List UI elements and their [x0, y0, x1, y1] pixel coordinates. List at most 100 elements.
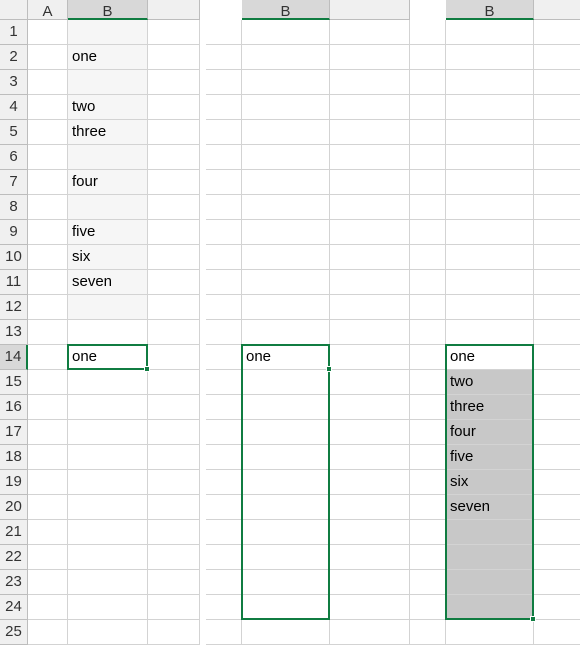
cell[interactable] [446, 420, 534, 445]
cell[interactable] [330, 270, 410, 295]
cell[interactable] [28, 20, 68, 45]
cell[interactable] [68, 245, 148, 270]
cell[interactable] [242, 95, 330, 120]
cell[interactable] [242, 570, 330, 595]
cell[interactable] [148, 470, 200, 495]
fill-handle[interactable] [326, 366, 332, 372]
cell[interactable] [446, 195, 534, 220]
row-header[interactable]: 11 [0, 270, 28, 295]
cell[interactable] [330, 295, 410, 320]
cell[interactable] [330, 345, 410, 370]
cell[interactable] [242, 295, 330, 320]
row-header[interactable]: 25 [0, 620, 28, 645]
cell[interactable] [28, 195, 68, 220]
cell[interactable] [446, 220, 534, 245]
cell[interactable] [68, 45, 148, 70]
cell[interactable] [446, 45, 534, 70]
cell[interactable] [68, 570, 148, 595]
cell[interactable] [68, 620, 148, 645]
cell[interactable] [534, 95, 580, 120]
cell[interactable] [28, 520, 68, 545]
select-all-corner[interactable] [0, 0, 28, 20]
cell[interactable] [534, 470, 580, 495]
cell[interactable] [28, 45, 68, 70]
cell[interactable] [28, 295, 68, 320]
cell[interactable] [148, 220, 200, 245]
cell[interactable] [242, 495, 330, 520]
cell[interactable] [28, 395, 68, 420]
cell[interactable] [28, 620, 68, 645]
cell[interactable] [68, 195, 148, 220]
cell[interactable] [242, 345, 330, 370]
cell[interactable] [68, 520, 148, 545]
cell[interactable] [242, 520, 330, 545]
cell[interactable] [446, 295, 534, 320]
cell[interactable] [28, 220, 68, 245]
cell[interactable] [330, 170, 410, 195]
cell[interactable] [242, 370, 330, 395]
fill-handle[interactable] [144, 366, 150, 372]
cell[interactable] [330, 120, 410, 145]
row-header[interactable]: 18 [0, 445, 28, 470]
cell[interactable] [242, 545, 330, 570]
cell[interactable] [242, 470, 330, 495]
cell[interactable] [330, 370, 410, 395]
fill-handle[interactable] [530, 616, 536, 622]
cell[interactable] [148, 120, 200, 145]
cell[interactable] [148, 495, 200, 520]
col-header[interactable] [148, 0, 200, 20]
cell[interactable] [446, 470, 534, 495]
col-header[interactable]: B [68, 0, 148, 20]
cell[interactable] [330, 570, 410, 595]
cell[interactable] [148, 320, 200, 345]
cell[interactable] [148, 170, 200, 195]
cell[interactable] [446, 595, 534, 620]
row-header[interactable]: 3 [0, 70, 28, 95]
cell[interactable] [534, 495, 580, 520]
cell[interactable] [534, 20, 580, 45]
cell[interactable] [28, 245, 68, 270]
cell[interactable] [68, 370, 148, 395]
cell[interactable] [148, 370, 200, 395]
cell[interactable] [534, 170, 580, 195]
cell[interactable] [534, 595, 580, 620]
cell[interactable] [534, 245, 580, 270]
cell[interactable] [28, 120, 68, 145]
cell[interactable] [330, 195, 410, 220]
cell[interactable] [242, 445, 330, 470]
cell[interactable] [330, 520, 410, 545]
cell[interactable] [534, 620, 580, 645]
col-header[interactable] [534, 0, 580, 20]
cell[interactable] [446, 120, 534, 145]
cell[interactable] [242, 220, 330, 245]
cell[interactable] [242, 45, 330, 70]
row-header[interactable]: 13 [0, 320, 28, 345]
row-header[interactable]: 8 [0, 195, 28, 220]
cell[interactable] [68, 20, 148, 45]
cell[interactable] [148, 395, 200, 420]
cell[interactable] [534, 420, 580, 445]
row-header[interactable]: 5 [0, 120, 28, 145]
cell[interactable] [148, 420, 200, 445]
cell[interactable] [68, 545, 148, 570]
row-header[interactable]: 1 [0, 20, 28, 45]
cell[interactable] [242, 395, 330, 420]
cell[interactable] [446, 570, 534, 595]
cell[interactable] [446, 320, 534, 345]
cell[interactable] [148, 245, 200, 270]
row-header[interactable]: 6 [0, 145, 28, 170]
cell[interactable] [242, 320, 330, 345]
cell[interactable] [148, 445, 200, 470]
row-header[interactable]: 20 [0, 495, 28, 520]
cell[interactable] [68, 120, 148, 145]
cell[interactable] [242, 170, 330, 195]
cell[interactable] [534, 295, 580, 320]
cell[interactable] [534, 145, 580, 170]
row-header[interactable]: 21 [0, 520, 28, 545]
cell[interactable] [534, 545, 580, 570]
cell[interactable] [446, 145, 534, 170]
row-header[interactable]: 14 [0, 345, 28, 370]
cell[interactable] [148, 70, 200, 95]
cell[interactable] [28, 495, 68, 520]
row-header[interactable]: 12 [0, 295, 28, 320]
